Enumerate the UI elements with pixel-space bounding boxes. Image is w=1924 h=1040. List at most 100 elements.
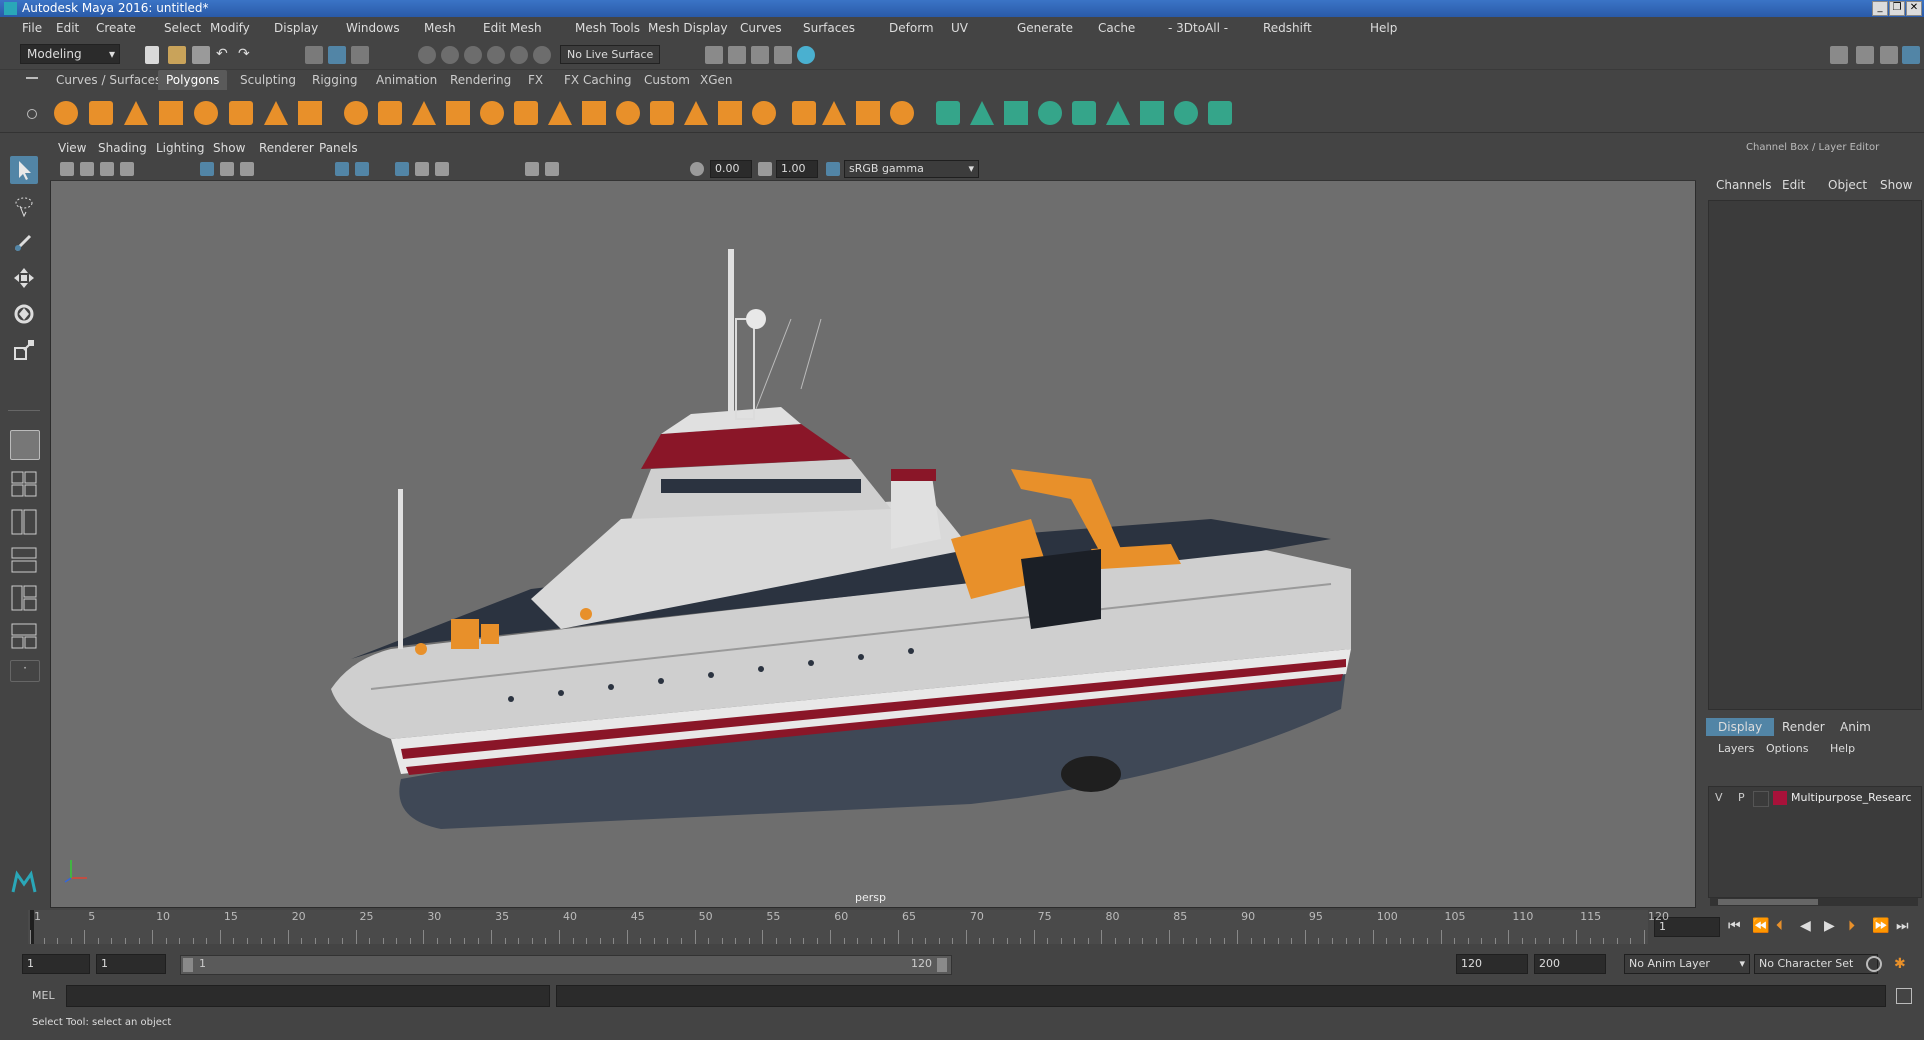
persp-outliner-layout-icon[interactable] [10, 508, 38, 536]
menu-3dtoall[interactable]: - 3DtoAll - [1168, 21, 1228, 35]
layout-icon[interactable] [1140, 101, 1164, 125]
bridge-icon[interactable] [548, 101, 572, 125]
go-to-end-icon[interactable]: ⏭ [1896, 918, 1909, 934]
tab-fx-caching[interactable]: FX Caching [556, 70, 639, 90]
channel-box-area[interactable] [1708, 200, 1922, 710]
bevel-icon[interactable] [616, 101, 640, 125]
spherical-map-icon[interactable] [1038, 101, 1062, 125]
tab-animation[interactable]: Animation [368, 70, 445, 90]
tab-rendering[interactable]: Rendering [442, 70, 519, 90]
select-object-icon[interactable] [328, 46, 346, 64]
snap-surface-icon[interactable] [510, 46, 528, 64]
render-settings-icon[interactable] [751, 46, 769, 64]
hypershade-icon[interactable] [774, 46, 792, 64]
menu-edit[interactable]: Edit [56, 21, 79, 35]
insert-edge-loop-icon[interactable] [752, 101, 776, 125]
single-perspective-layout-icon[interactable] [10, 430, 40, 460]
gamma-icon[interactable] [758, 162, 772, 176]
menu-file[interactable]: File [22, 21, 42, 35]
channel-box-menu-show[interactable]: Show [1880, 178, 1912, 192]
shadows-icon[interactable] [435, 162, 449, 176]
planar-map-icon[interactable] [970, 101, 994, 125]
four-view-layout-icon[interactable] [10, 470, 38, 498]
grid-toggle-icon[interactable] [200, 162, 214, 176]
new-scene-icon[interactable] [145, 46, 159, 64]
camera-attributes-icon[interactable] [80, 162, 94, 176]
uv-editor-icon[interactable] [936, 101, 960, 125]
merge-icon[interactable] [822, 101, 846, 125]
checker-icon[interactable] [1174, 101, 1198, 125]
attribute-editor-icon[interactable] [1856, 46, 1874, 64]
viewport-menu-panels[interactable]: Panels [319, 141, 358, 155]
menu-select[interactable]: Select [164, 21, 201, 35]
film-gate-icon[interactable] [220, 162, 234, 176]
tab-sculpting[interactable]: Sculpting [232, 70, 304, 90]
layer-tab-display[interactable]: Display [1706, 718, 1775, 736]
channel-box-menu-channels[interactable]: Channels [1716, 178, 1772, 192]
undo-icon[interactable]: ↶ [216, 46, 234, 64]
menu-generate[interactable]: Generate [1017, 21, 1073, 35]
menu-windows[interactable]: Windows [346, 21, 400, 35]
menu-deform[interactable]: Deform [889, 21, 934, 35]
combine-icon[interactable] [344, 101, 368, 125]
bookmark-icon[interactable] [100, 162, 114, 176]
command-language-label[interactable]: MEL [32, 989, 55, 1002]
lights-icon[interactable] [415, 162, 429, 176]
shelf-menu-icon[interactable] [26, 77, 38, 79]
smooth-icon[interactable] [446, 101, 470, 125]
snap-grid-icon[interactable] [418, 46, 436, 64]
separate-icon[interactable] [378, 101, 402, 125]
fill-hole-icon[interactable] [684, 101, 708, 125]
xray-icon[interactable] [545, 162, 559, 176]
close-button[interactable]: ✕ [1906, 1, 1922, 16]
outliner-layout-icon[interactable] [10, 622, 38, 650]
unfold-icon[interactable] [1106, 101, 1130, 125]
scene-start-field[interactable]: 1 [22, 954, 90, 974]
persp-hypershade-layout-icon[interactable] [10, 584, 38, 612]
cylinder-icon[interactable] [124, 101, 148, 125]
sphere-icon[interactable] [54, 101, 78, 125]
layer-color-swatch[interactable] [1773, 791, 1787, 805]
range-slider[interactable]: 1 120 [180, 955, 952, 975]
viewport-menu-show[interactable]: Show [213, 141, 245, 155]
cylindrical-map-icon[interactable] [1004, 101, 1028, 125]
menu-curves[interactable]: Curves [740, 21, 782, 35]
wireframe-icon[interactable] [335, 162, 349, 176]
scene-end-field[interactable]: 200 [1534, 954, 1606, 974]
select-hierarchy-icon[interactable] [305, 46, 323, 64]
step-forward-key-icon[interactable]: ⏩ [1872, 918, 1889, 934]
layer-scrollbar[interactable] [1710, 898, 1918, 906]
menu-cache[interactable]: Cache [1098, 21, 1135, 35]
tab-polygons[interactable]: Polygons [158, 70, 228, 90]
menu-mesh-tools[interactable]: Mesh Tools [575, 21, 640, 35]
channel-box-icon[interactable] [1902, 46, 1920, 64]
script-editor-icon[interactable] [1896, 988, 1912, 1004]
offset-edge-loop-icon[interactable] [792, 101, 816, 125]
symmetry-icon[interactable] [1208, 101, 1232, 125]
select-component-icon[interactable] [351, 46, 369, 64]
custom-layout-icon[interactable]: · [10, 660, 40, 682]
menu-create[interactable]: Create [96, 21, 136, 35]
menu-set-dropdown[interactable]: Modeling ▾ [20, 44, 120, 64]
save-scene-icon[interactable] [192, 46, 210, 64]
layer-type-toggle[interactable] [1753, 791, 1769, 807]
menu-edit-mesh[interactable]: Edit Mesh [483, 21, 542, 35]
character-set-dropdown[interactable]: No Character Set [1754, 954, 1878, 974]
step-forward-frame-icon[interactable]: ⏵ [1848, 918, 1855, 934]
modeling-toolkit-icon[interactable] [1830, 46, 1848, 64]
ship-model[interactable] [331, 219, 1491, 879]
maya-home-icon[interactable] [10, 868, 38, 896]
tab-rigging[interactable]: Rigging [304, 70, 365, 90]
layer-tab-render[interactable]: Render [1770, 718, 1837, 736]
time-slider[interactable]: 1 ⏮ ⏪ ⏴ ◀ ▶ ⏵ ⏩ ⏭ 1 5 10 15 20 25 30 35 40 45 50 55… [0, 910, 1924, 948]
persp-graph-layout-icon[interactable] [10, 546, 38, 574]
perspective-viewport[interactable]: persp [50, 138, 1696, 908]
render-view-icon[interactable] [797, 46, 815, 64]
viewport-menu-renderer[interactable]: Renderer [259, 141, 314, 155]
range-handle-right[interactable] [937, 958, 947, 972]
tool-settings-icon[interactable] [1880, 46, 1898, 64]
viewport-menu-view[interactable]: View [58, 141, 86, 155]
mel-input[interactable] [66, 985, 550, 1007]
open-scene-icon[interactable] [168, 46, 186, 64]
step-back-key-icon[interactable]: ⏪ [1752, 918, 1769, 934]
